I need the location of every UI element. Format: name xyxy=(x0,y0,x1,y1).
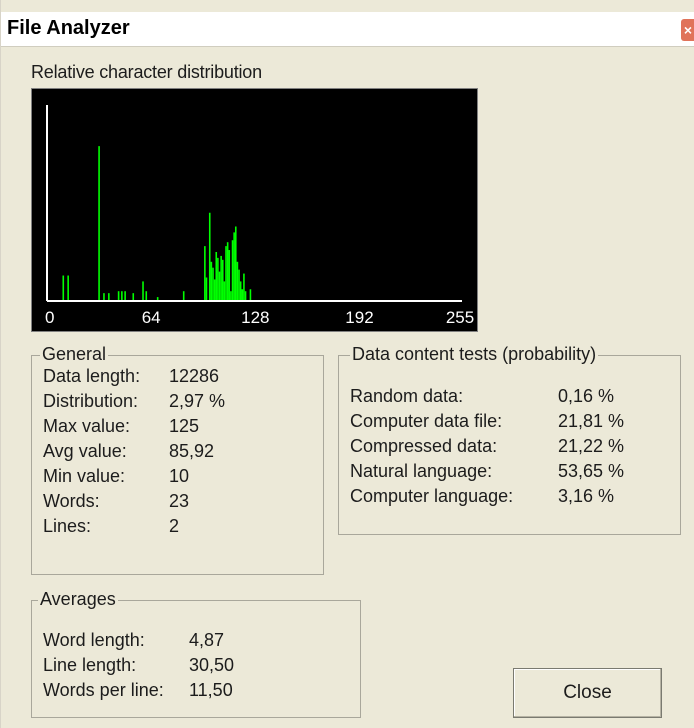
general-label: Data length: xyxy=(43,366,141,386)
x-tick-label: 128 xyxy=(241,308,269,327)
data-length-value: 12286 xyxy=(169,366,220,386)
avg-value-value: 85,92 xyxy=(169,441,215,461)
random-data-value: 0,16 % xyxy=(558,386,615,406)
averages-label: Line length: xyxy=(43,655,137,675)
data-content-tests-group: Data content tests (probability) Random … xyxy=(338,344,681,535)
computer-language-value: 3,16 % xyxy=(558,486,615,506)
general-label: Avg value: xyxy=(43,441,127,461)
averages-label: Words per line: xyxy=(43,680,164,700)
general-label: Lines: xyxy=(43,516,92,536)
lines-value: 2 xyxy=(169,516,180,536)
word-length-value: 4,87 xyxy=(189,630,225,650)
general-label: Min value: xyxy=(43,466,126,486)
max-value-value: 125 xyxy=(169,416,200,436)
computer-data-file-value: 21,81 % xyxy=(558,411,625,431)
x-tick-label: 255 xyxy=(446,308,474,327)
histogram-svg: 0 64 128 192 255 xyxy=(45,105,474,327)
close-button[interactable]: Close xyxy=(513,668,662,718)
title-bar[interactable]: File Analyzer × xyxy=(1,12,694,47)
data-content-tests-title: Data content tests (probability) xyxy=(350,344,599,365)
natural-language-value: 53,65 % xyxy=(558,461,625,481)
general-label: Words: xyxy=(43,491,100,511)
x-tick-label: 0 xyxy=(45,308,54,327)
test-label: Computer language: xyxy=(350,486,514,506)
character-distribution-chart: 0 64 128 192 255 xyxy=(31,88,478,332)
file-analyzer-window: File Analyzer × Relative character distr… xyxy=(0,0,694,728)
general-label: Distribution: xyxy=(43,391,139,411)
test-label: Compressed data: xyxy=(350,436,498,456)
general-group: General Data length: 12286 Distribution:… xyxy=(31,344,324,575)
compressed-data-value: 21,22 % xyxy=(558,436,625,456)
test-label: Natural language: xyxy=(350,461,493,481)
histogram-label: Relative character distribution xyxy=(31,62,262,82)
x-tick-label: 64 xyxy=(142,308,161,327)
test-label: Random data: xyxy=(350,386,464,406)
line-length-value: 30,50 xyxy=(189,655,235,675)
averages-group-title: Averages xyxy=(38,589,118,610)
general-group-title: General xyxy=(40,344,109,365)
averages-label: Word length: xyxy=(43,630,145,650)
words-per-line-value: 11,50 xyxy=(189,680,233,700)
test-label: Computer data file: xyxy=(350,411,503,431)
distribution-value: 2,97 % xyxy=(169,391,226,411)
averages-group: Averages Word length: 4,87 Line length: … xyxy=(31,589,361,718)
general-label: Max value: xyxy=(43,416,131,436)
window-title: File Analyzer xyxy=(7,17,130,39)
min-value-value: 10 xyxy=(169,466,190,486)
words-value: 23 xyxy=(169,491,190,511)
close-window-icon[interactable]: × xyxy=(681,19,694,41)
x-tick-label: 192 xyxy=(345,308,373,327)
